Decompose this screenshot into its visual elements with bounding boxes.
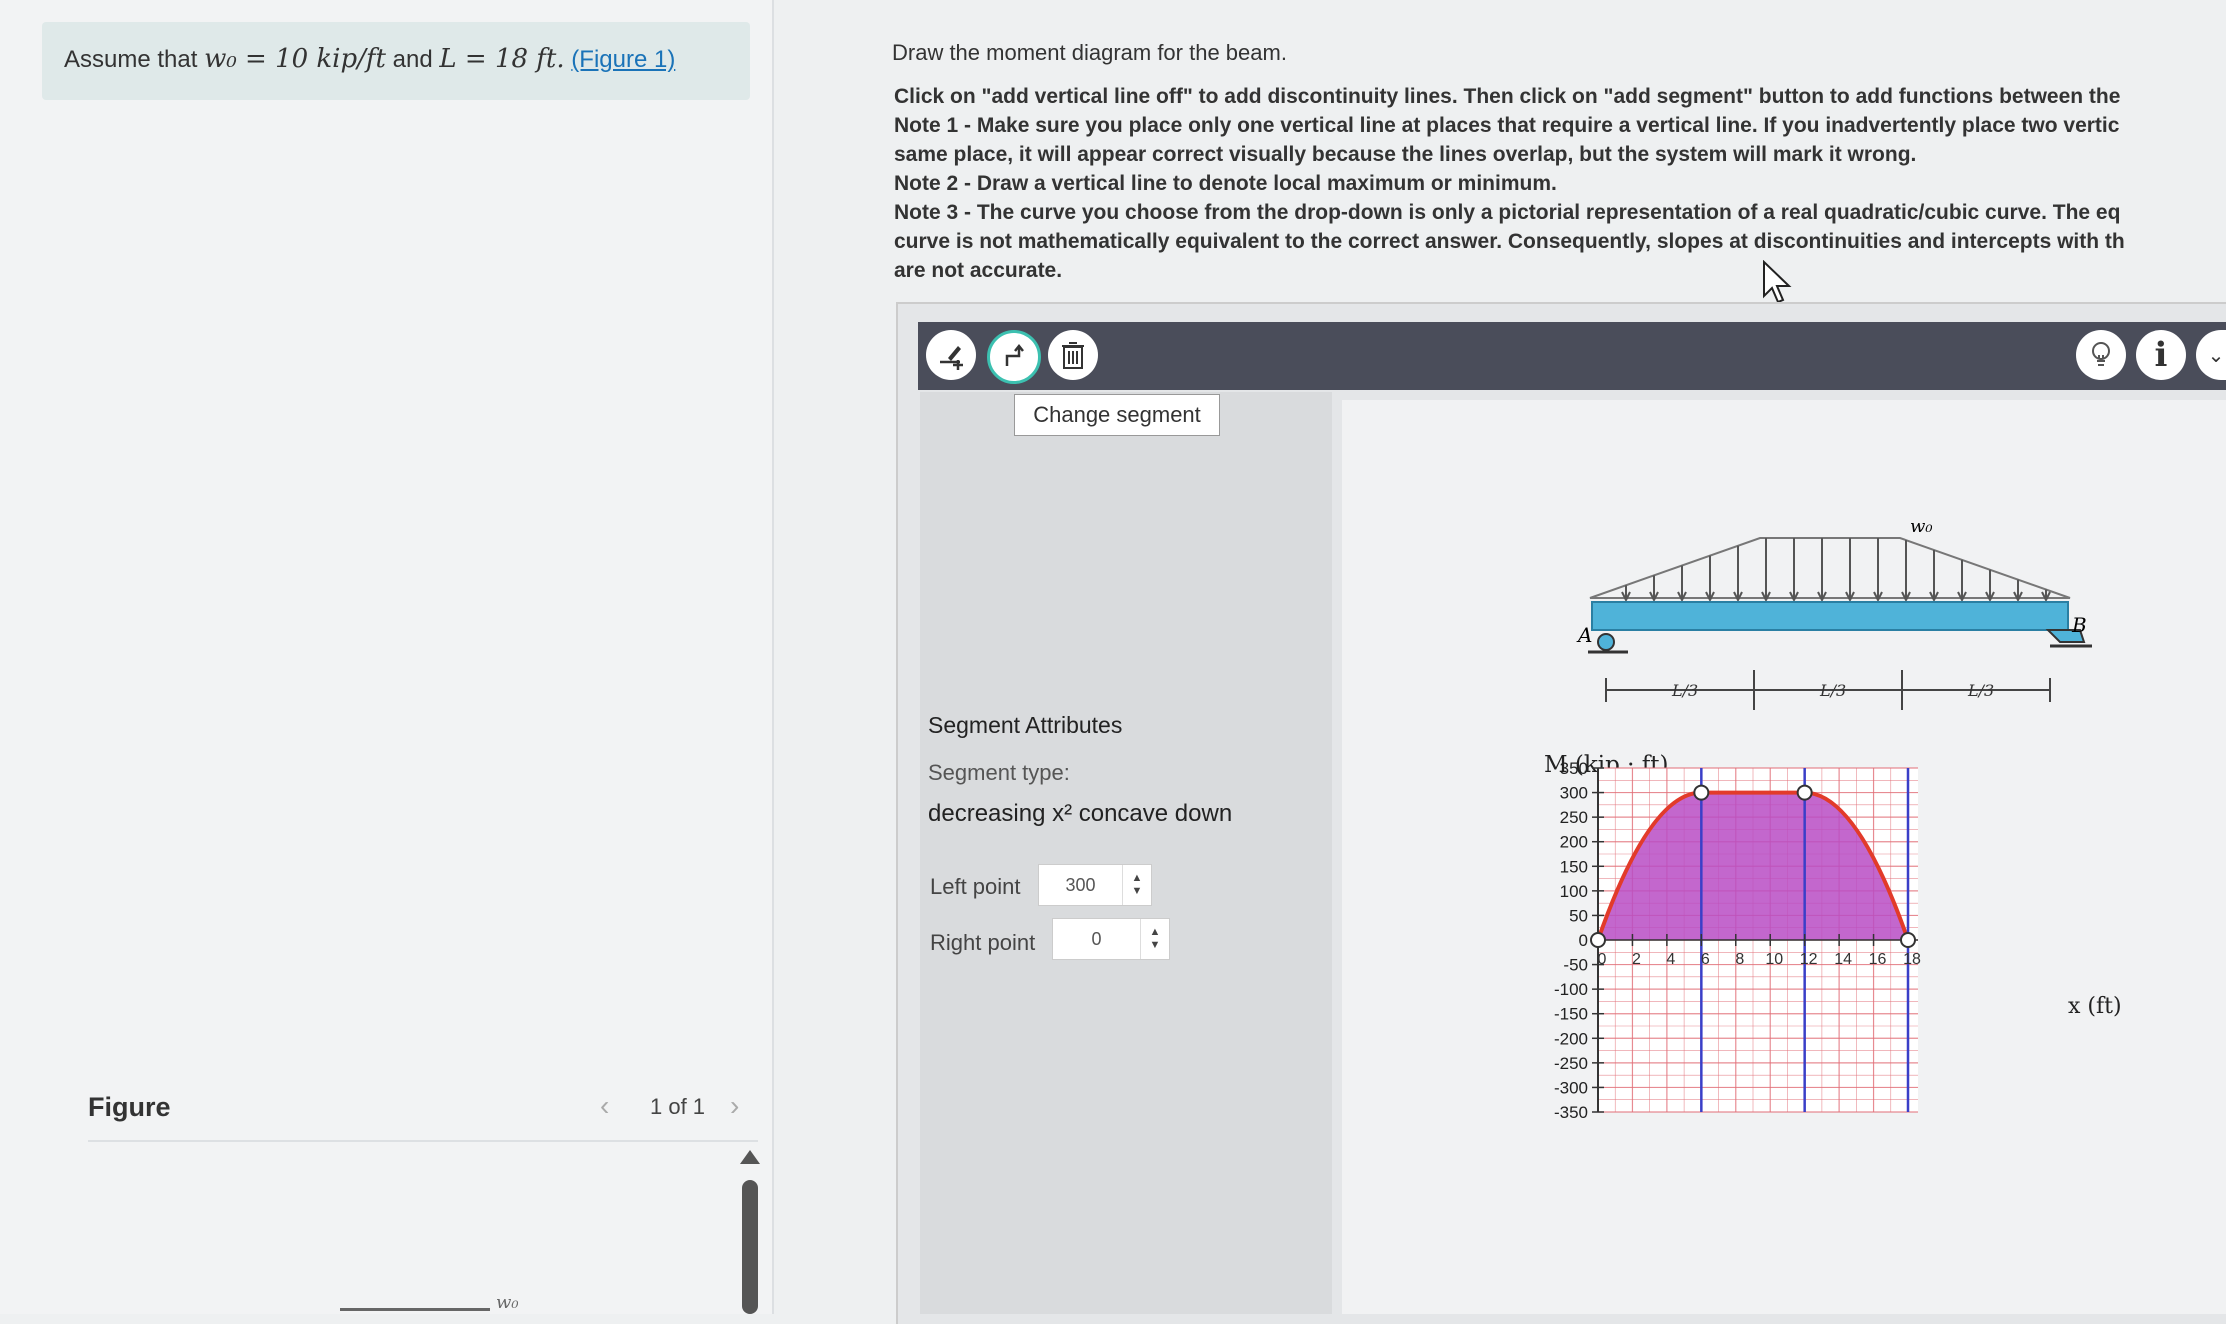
y-tick-label: -100	[1554, 980, 1588, 999]
y-tick-label: 150	[1560, 857, 1588, 876]
problem-and: and	[392, 46, 433, 73]
add-vertical-line-icon	[940, 346, 963, 370]
y-tick-label: -300	[1554, 1078, 1588, 1097]
load-label: w₀	[1910, 516, 1933, 537]
right-point-value[interactable]: 0	[1053, 929, 1140, 950]
left-point-stepper[interactable]: 300 ▲ ▼	[1038, 864, 1152, 906]
problem-statement-box: Assume that w₀ = 10 kip/ft and L = 18 ft…	[42, 22, 750, 100]
curve-point[interactable]	[1693, 784, 1710, 801]
x-tick-label: 10	[1765, 951, 1783, 968]
y-tick-label: -150	[1554, 1005, 1588, 1024]
left-point-value[interactable]: 300	[1039, 875, 1122, 896]
instruction-line: curve is not mathematically equivalent t…	[894, 230, 2125, 253]
figure-link[interactable]: (Figure 1)	[571, 46, 675, 73]
x-tick-label: 16	[1869, 951, 1887, 968]
roller-support	[1597, 633, 1615, 651]
load-outline	[1589, 537, 2071, 599]
right-point-stepper[interactable]: 0 ▲ ▼	[1052, 918, 1170, 960]
y-tick-label: 100	[1560, 882, 1588, 901]
support-b-label: B	[2071, 613, 2087, 637]
delete-button[interactable]	[1048, 330, 1098, 380]
change-segment-button[interactable]	[987, 330, 1041, 384]
figure-counter: 1 of 1	[650, 1094, 706, 1119]
question-prompt: Draw the moment diagram for the beam.	[892, 40, 1287, 65]
moment-diagram[interactable]: 350300250200150100500-50-100-150-200-250…	[1530, 740, 2090, 1220]
lightbulb-icon	[2092, 342, 2110, 366]
mouse-cursor-icon	[1763, 260, 1792, 304]
figure-title: Figure	[88, 1092, 171, 1122]
x-tick-label: 4	[1666, 951, 1675, 968]
problem-prefix: Assume that	[64, 46, 198, 73]
support-a-label: A	[1576, 623, 1592, 647]
stepper-arrows-icon[interactable]: ▲ ▼	[1140, 919, 1169, 959]
x-tick-label: 14	[1834, 951, 1852, 968]
segment-type-label: Segment type:	[928, 760, 1070, 785]
left-point-label: Left point	[930, 874, 1021, 899]
beam-figure: A B w₀ L/3 L/3 L/3	[1576, 516, 2092, 710]
info-icon: i	[2154, 335, 2168, 375]
x-tick-label: 2	[1632, 951, 1641, 968]
x-tick-label: 12	[1800, 951, 1818, 968]
add-vertical-line-button[interactable]	[926, 330, 976, 380]
x-tick-label: 8	[1735, 951, 1744, 968]
hint-button[interactable]	[2076, 330, 2126, 380]
instruction-line: same place, it will appear correct visua…	[894, 143, 1917, 166]
drawing-toolbar	[918, 322, 2226, 390]
instruction-line: Note 1 - Make sure you place only one ve…	[894, 114, 2120, 137]
instruction-line: Note 2 - Draw a vertical line to denote …	[894, 172, 1557, 195]
x-tick-label: 6	[1701, 951, 1710, 968]
chevron-right-icon[interactable]: ›	[730, 1090, 739, 1122]
trash-icon	[1062, 342, 1084, 369]
y-tick-label: -350	[1554, 1103, 1588, 1122]
right-point-label: Right point	[930, 930, 1036, 955]
segment-attributes-panel	[920, 392, 1332, 1314]
segment-type-value[interactable]: decreasing x² concave down	[928, 800, 1232, 828]
y-tick-label: 250	[1560, 808, 1588, 827]
y-tick-label: 350	[1560, 759, 1588, 778]
scroll-up-arrow[interactable]	[740, 1150, 760, 1164]
chevron-down-icon: ⌄	[2207, 344, 2225, 367]
y-tick-label: -50	[1563, 956, 1588, 975]
span-label: L/3	[1819, 681, 1846, 700]
beam-body	[1591, 601, 2069, 631]
curve-point[interactable]	[1796, 784, 1813, 801]
instruction-line: Note 3 - The curve you choose from the d…	[894, 201, 2121, 224]
y-tick-label: -200	[1554, 1029, 1588, 1048]
stepper-arrows-icon[interactable]: ▲ ▼	[1122, 865, 1151, 905]
instruction-line: are not accurate.	[894, 259, 1063, 282]
y-tick-label: 300	[1560, 784, 1588, 803]
change-segment-tooltip: Change segment	[1014, 394, 1220, 436]
instruction-line: Click on "add vertical line off" to add …	[894, 85, 2121, 108]
y-tick-label: 0	[1579, 931, 1588, 950]
length-expression: L = 18 ft.	[439, 44, 565, 74]
problem-statement: Assume that w₀ = 10 kip/ft and L = 18 ft…	[64, 44, 675, 74]
figure-thumbnail-beam	[340, 1308, 490, 1311]
change-segment-icon	[1005, 343, 1024, 366]
scrollbar-thumb[interactable]	[742, 1180, 758, 1314]
y-tick-label: 200	[1560, 833, 1588, 852]
span-label: L/3	[1967, 681, 1994, 700]
y-tick-label: -250	[1554, 1054, 1588, 1073]
x-tick-label: 0	[1598, 951, 1607, 968]
chevron-left-icon[interactable]: ‹	[600, 1090, 609, 1122]
segment-attributes-title: Segment Attributes	[928, 712, 1123, 738]
curve-point[interactable]	[1590, 932, 1606, 948]
curve-point[interactable]	[1900, 932, 1916, 948]
info-button[interactable]: i	[2136, 330, 2186, 380]
instructions: Click on "add vertical line off" to add …	[894, 82, 2226, 285]
figure-thumbnail-load-label: w₀	[496, 1292, 519, 1313]
figure-divider	[88, 1140, 758, 1142]
x-tick-label: 18	[1903, 951, 1921, 968]
w0-expression: w₀ = 10 kip/ft	[204, 44, 386, 74]
span-label: L/3	[1671, 681, 1698, 700]
y-tick-label: 50	[1569, 906, 1588, 925]
